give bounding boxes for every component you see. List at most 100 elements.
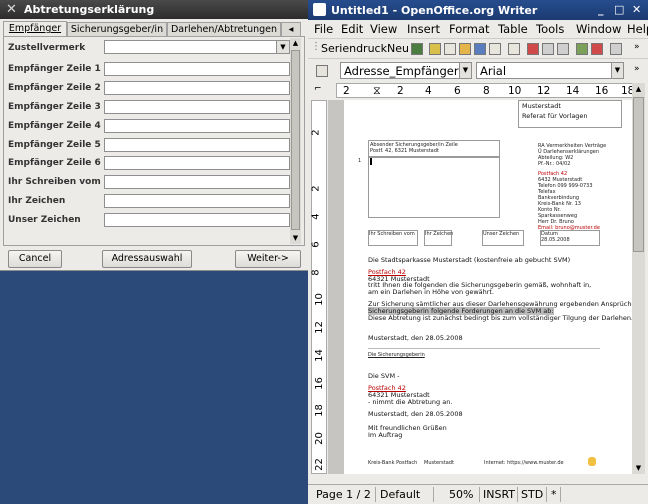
empfaenger-zeile1-input[interactable]	[104, 62, 290, 76]
maximize-icon[interactable]: □	[614, 3, 624, 16]
field-label-schreiben-vom: Ihr Schreiben vom	[8, 177, 101, 187]
status-insert-mode[interactable]: INSRT	[483, 488, 515, 501]
toolbar-overflow-icon[interactable]: »	[634, 42, 640, 52]
email-icon[interactable]	[489, 43, 501, 55]
spellcheck-icon[interactable]	[576, 43, 588, 55]
menu-bar: File Edit View Insert Format Table Tools…	[308, 20, 648, 38]
tab-darlehen[interactable]: Darlehen/Abtretungen	[167, 22, 281, 36]
doc-text: Ihr Zeichen	[425, 231, 454, 237]
menu-help[interactable]: Help	[627, 22, 648, 36]
status-style[interactable]: Default	[380, 488, 420, 501]
menu-format[interactable]: Format	[449, 22, 490, 36]
scroll-up-icon[interactable]: ▲	[290, 38, 301, 49]
vruler-label: 14	[313, 349, 325, 362]
document-area[interactable]: Musterstadt Referat für Vorlagen Absende…	[328, 100, 632, 474]
scrollbar-thumb[interactable]	[291, 50, 300, 230]
vruler-label: 4	[310, 213, 322, 220]
menu-window[interactable]: Window	[576, 22, 621, 36]
status-page[interactable]: Page 1 / 2	[316, 488, 371, 501]
menu-table[interactable]: Table	[498, 22, 528, 36]
empfaenger-zeile6-input[interactable]	[104, 156, 290, 170]
empfaenger-zeile2-input[interactable]	[104, 81, 290, 95]
doc-text: Musterstadt	[424, 460, 454, 466]
field-label-zeile6: Empfänger Zeile 6	[8, 158, 101, 168]
menu-view[interactable]: View	[370, 22, 397, 36]
doc-text: - nimmt die Abtretung an.	[368, 398, 453, 406]
vertical-ruler[interactable]: 2 2 4 6 8 10 12 14 16 18 20 22	[311, 100, 327, 474]
new-document-icon[interactable]	[444, 43, 456, 55]
penguin-logo-icon	[588, 457, 596, 466]
edit-file-icon[interactable]	[508, 43, 520, 55]
doc-text: Diese Abtretung ist zunächst bedingt bis…	[368, 314, 632, 322]
horizontal-ruler[interactable]: 2 ⧖ 2 4 6 8 10 12 14 16 18	[336, 83, 634, 98]
empfaenger-zeile4-input[interactable]	[104, 119, 290, 133]
tab-more[interactable]: ◂	[281, 22, 301, 36]
empfaenger-zeile3-input[interactable]	[104, 100, 290, 114]
export-pdf-icon[interactable]	[527, 43, 539, 55]
minimize-icon[interactable]: _	[598, 3, 604, 16]
field-label-zustellvermerk: Zustellvermerk	[8, 43, 86, 53]
vruler-label: 12	[313, 321, 325, 334]
vruler-label: 18	[313, 404, 325, 417]
indent-marker-icon[interactable]: ⧖	[373, 84, 381, 98]
chevron-down-icon[interactable]: ▼	[459, 63, 471, 78]
close-window-icon[interactable]: ✕	[632, 3, 641, 16]
menu-insert[interactable]: Insert	[407, 22, 440, 36]
field-label-zeile5: Empfänger Zeile 5	[8, 140, 101, 150]
styles-icon[interactable]	[316, 65, 328, 77]
ruler-label: 8	[483, 85, 490, 97]
writer-titlebar[interactable]: Untitled1 - OpenOffice.org Writer _ □ ✕	[308, 0, 648, 20]
tab-empfaenger[interactable]: Empfänger	[3, 21, 67, 37]
close-icon[interactable]: ✕	[6, 2, 17, 17]
dialog-titlebar[interactable]: ✕ Abtretungserklärung	[0, 0, 308, 19]
doc-text: Im Auftrag	[368, 431, 403, 439]
ihr-schreiben-vom-input[interactable]	[104, 175, 290, 189]
vruler-label: 20	[313, 432, 325, 445]
scroll-down-icon[interactable]: ▼	[632, 462, 645, 474]
dialog-title: Abtretungserklärung	[24, 3, 155, 16]
chevron-down-icon[interactable]: ▼	[276, 41, 289, 53]
field-label-zeile3: Empfänger Zeile 3	[8, 102, 101, 112]
save-icon[interactable]	[474, 43, 486, 55]
vruler-label: 2	[310, 129, 322, 136]
ruler-label: 2	[397, 85, 404, 97]
wand-icon[interactable]	[429, 43, 441, 55]
print-preview-icon[interactable]	[557, 43, 569, 55]
menu-tools[interactable]: Tools	[536, 22, 564, 36]
dialog-scrollbar[interactable]: ▲ ▼	[290, 38, 301, 244]
adressauswahl-button[interactable]: Adressauswahl	[102, 250, 192, 268]
formatting-toolbar: Adresse_Empfänger ▼ Arial ▼ »	[308, 58, 648, 83]
autospell-icon[interactable]	[591, 43, 603, 55]
ruler-label: 14	[566, 85, 580, 97]
cancel-button[interactable]: Cancel	[8, 250, 62, 268]
seriendruck-button[interactable]: SeriendruckNeu	[321, 42, 409, 55]
insert-field-icon[interactable]	[411, 43, 423, 55]
zustellvermerk-select[interactable]: ▼	[104, 40, 290, 54]
scroll-up-icon[interactable]: ▲	[632, 83, 645, 95]
chevron-down-icon[interactable]: ▼	[611, 63, 623, 78]
weiter-button[interactable]: Weiter->	[235, 250, 301, 268]
ihr-zeichen-input[interactable]	[104, 194, 290, 208]
tab-stop-icon[interactable]: ⌐	[314, 84, 328, 97]
unser-zeichen-input[interactable]	[104, 213, 290, 227]
scrollbar-thumb[interactable]	[633, 97, 644, 252]
doc-text: Referat für Vorlagen	[522, 112, 588, 120]
paragraph-style-select[interactable]: Adresse_Empfänger ▼	[340, 62, 472, 79]
status-selection-mode[interactable]: STD	[521, 488, 543, 501]
print-icon[interactable]	[542, 43, 554, 55]
tab-sicherungsgeber[interactable]: Sicherungsgeber/in	[67, 22, 167, 36]
divider	[560, 487, 561, 502]
writer-title: Untitled1 - OpenOffice.org Writer	[331, 4, 538, 17]
scroll-down-icon[interactable]: ▼	[290, 233, 301, 244]
document-page[interactable]: Musterstadt Referat für Vorlagen Absende…	[344, 100, 632, 474]
menu-file[interactable]: File	[314, 22, 333, 36]
open-folder-icon[interactable]	[459, 43, 471, 55]
toolbar-overflow-icon[interactable]: »	[634, 64, 640, 74]
document-scrollbar[interactable]: ▲ ▼	[632, 83, 645, 474]
divider	[479, 487, 480, 502]
menu-edit[interactable]: Edit	[341, 22, 363, 36]
cut-icon[interactable]	[610, 43, 622, 55]
font-name-select[interactable]: Arial ▼	[476, 62, 624, 79]
status-zoom[interactable]: 50%	[449, 488, 473, 501]
empfaenger-zeile5-input[interactable]	[104, 138, 290, 152]
